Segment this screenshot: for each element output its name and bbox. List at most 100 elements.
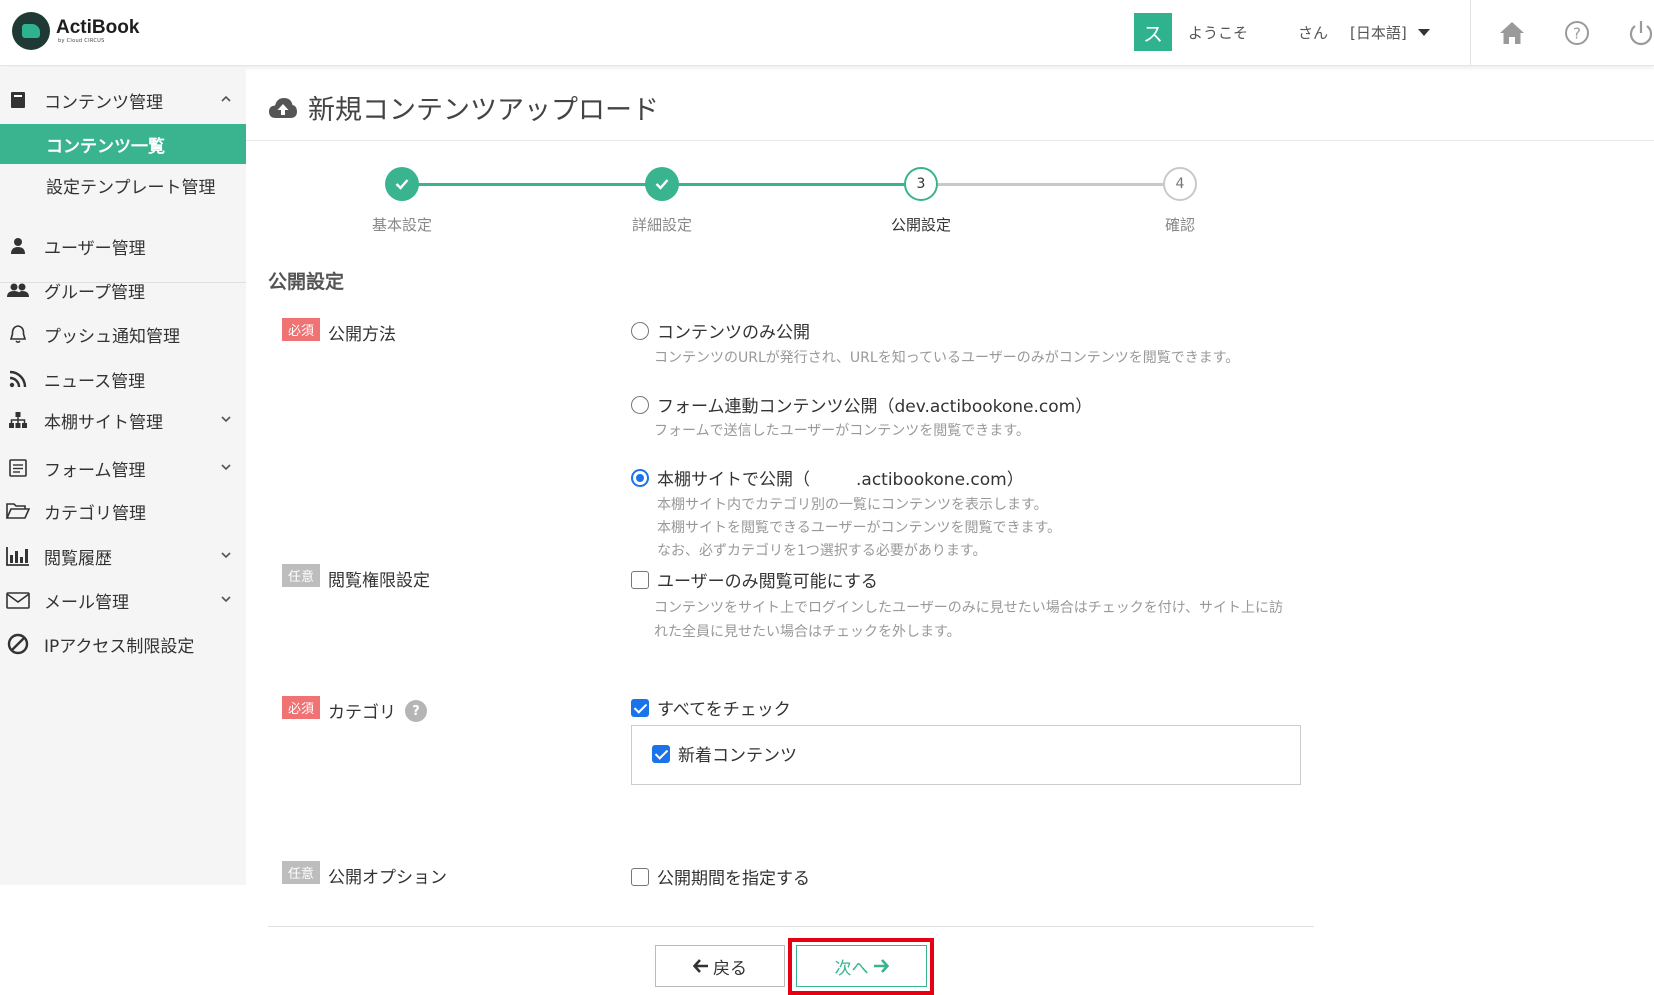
sidebar-item-label: グループ管理 [44, 282, 145, 303]
home-icon[interactable] [1497, 18, 1527, 48]
sidebar-item-history[interactable]: 閲覧履歴 [0, 536, 246, 576]
chevron-up-icon [221, 95, 231, 102]
stepper-line-done [662, 183, 920, 186]
help-text: コンテンツをサイト上でログインしたユーザーのみに見せたい場合はチェックを付け、サ… [654, 600, 1284, 616]
help-icon[interactable]: ? [1562, 18, 1592, 48]
sidebar-item-label: フォーム管理 [44, 460, 146, 481]
page-title: 新規コンテンツアップロード [268, 88, 659, 127]
required-badge: 必須 [282, 696, 320, 719]
cloud-upload-icon [269, 97, 297, 118]
logo-subtitle: by Cloud CIRCUS [58, 38, 105, 44]
sidebar-item-content-list[interactable]: コンテンツ一覧 [0, 124, 246, 164]
question-icon[interactable]: ? [405, 700, 427, 722]
sidebar-item-news-mgmt[interactable]: ニュース管理 [0, 359, 246, 399]
caret-down-icon[interactable] [1418, 29, 1430, 36]
radio-shelf-site[interactable]: 本棚サイトで公開（ .actibookone.com） [631, 465, 1024, 490]
ban-icon [6, 632, 30, 656]
step-label: 公開設定 [890, 216, 951, 234]
sidebar-item-content-mgmt[interactable]: コンテンツ管理 [0, 80, 246, 120]
actibook-logo[interactable]: ActiBook by Cloud CIRCUS [12, 12, 139, 50]
bell-icon [6, 322, 30, 346]
radio-button-selected[interactable] [631, 468, 649, 487]
help-text: フォームで送信したユーザーがコンテンツを閲覧できます。 [654, 423, 1030, 439]
welcome-text: ようこそ [1188, 24, 1249, 42]
logo-title: ActiBook [56, 17, 140, 38]
power-icon[interactable] [1626, 18, 1654, 48]
sidebar: コンテンツ管理 コンテンツ一覧 設定テンプレート管理 ユーザー管理 グループ管理… [0, 67, 246, 885]
step-2-done [645, 167, 679, 201]
sitemap-icon [6, 408, 30, 432]
chevron-down-icon [221, 464, 231, 471]
sidebar-item-label: ニュース管理 [44, 371, 146, 392]
highlight-frame [788, 938, 934, 995]
help-text: 本棚サイトを閲覧できるユーザーがコンテンツを閲覧できます。 [657, 520, 1062, 536]
sidebar-item-label: コンテンツ管理 [44, 92, 163, 113]
top-header: ActiBook by Cloud CIRCUS ス ようこそ さん [日本語]… [0, 0, 1654, 66]
publish-method-label: 公開方法 [328, 325, 396, 345]
envelope-icon [6, 588, 30, 612]
sidebar-item-label: メール管理 [44, 592, 129, 613]
publish-option-label: 公開オプション [328, 868, 447, 888]
view-permission-label: 閲覧権限設定 [328, 571, 430, 591]
radio-button[interactable] [631, 395, 649, 414]
step-1-done [385, 167, 419, 201]
category-label: カテゴリ [328, 703, 396, 723]
section-title: 公開設定 [268, 271, 345, 293]
arrow-left-icon [693, 959, 708, 973]
sidebar-item-user-mgmt[interactable]: ユーザー管理 [0, 226, 246, 266]
logo-mark-icon [12, 12, 50, 50]
sidebar-item-group-mgmt[interactable]: グループ管理 [0, 270, 246, 310]
sidebar-item-form-mgmt[interactable]: フォーム管理 [0, 448, 246, 488]
checkbox[interactable] [631, 570, 649, 589]
page-title-text: 新規コンテンツアップロード [308, 95, 659, 126]
sidebar-item-label: プッシュ通知管理 [44, 326, 180, 347]
sidebar-item-category-mgmt[interactable]: カテゴリ管理 [0, 491, 246, 531]
user-suffix: さん [1298, 24, 1329, 42]
optional-badge: 任意 [282, 564, 320, 587]
svg-text:?: ? [1573, 25, 1581, 43]
optional-badge: 任意 [282, 861, 320, 884]
form-icon [6, 456, 30, 480]
checkbox-checked[interactable] [652, 744, 670, 763]
step-4-todo: 4 [1163, 167, 1197, 201]
help-text: なお、必ずカテゴリを1つ選択する必要があります。 [657, 543, 987, 559]
sidebar-item-mail-mgmt[interactable]: メール管理 [0, 580, 246, 620]
sidebar-item-template-mgmt[interactable]: 設定テンプレート管理 [0, 165, 246, 205]
folder-open-icon [6, 499, 30, 523]
checkbox-check-all[interactable]: すべてをチェック [631, 695, 791, 720]
step-label: 詳細設定 [631, 216, 692, 234]
user-avatar[interactable]: ス [1134, 13, 1172, 51]
sidebar-item-push-mgmt[interactable]: プッシュ通知管理 [0, 314, 246, 354]
step-3-current: 3 [904, 167, 938, 201]
users-icon [6, 278, 30, 302]
sidebar-item-label: 閲覧履歴 [44, 548, 112, 569]
radio-content-only[interactable]: コンテンツのみ公開 [631, 318, 810, 343]
sidebar-item-label: 本棚サイト管理 [44, 412, 163, 433]
back-button[interactable]: 戻る [655, 945, 785, 987]
bar-chart-icon [6, 544, 30, 568]
sidebar-item-label: IPアクセス制限設定 [44, 636, 195, 657]
required-badge: 必須 [282, 318, 320, 341]
checkbox[interactable] [631, 867, 649, 886]
step-label: 基本設定 [371, 216, 432, 234]
sidebar-item-shelf-mgmt[interactable]: 本棚サイト管理 [0, 400, 246, 440]
radio-button[interactable] [631, 321, 649, 340]
checkbox-category-new[interactable]: 新着コンテンツ [652, 741, 797, 766]
chevron-down-icon [221, 552, 231, 559]
sidebar-item-ip-restrict[interactable]: IPアクセス制限設定 [0, 624, 246, 664]
step-label: 確認 [1164, 216, 1195, 234]
book-icon [6, 88, 30, 112]
checkbox-checked[interactable] [631, 698, 649, 717]
help-text: 本棚サイト内でカテゴリ別の一覧にコンテンツを表示します。 [657, 497, 1048, 513]
language-selector[interactable]: [日本語] [1350, 22, 1407, 43]
chevron-down-icon [221, 416, 231, 423]
user-icon [6, 234, 30, 258]
checkbox-publish-period[interactable]: 公開期間を指定する [631, 864, 810, 889]
checkbox-users-only[interactable]: ユーザーのみ閲覧可能にする [631, 567, 878, 592]
help-text: コンテンツのURLが発行され、URLを知っているユーザーのみがコンテンツを閲覧で… [654, 350, 1240, 366]
check-icon [655, 179, 669, 190]
check-icon [395, 179, 409, 190]
radio-form-linked[interactable]: フォーム連動コンテンツ公開（dev.actibookone.com） [631, 392, 1092, 417]
help-text: れた全員に見せたい場合はチェックを外します。 [654, 624, 961, 640]
chevron-down-icon [221, 596, 231, 603]
